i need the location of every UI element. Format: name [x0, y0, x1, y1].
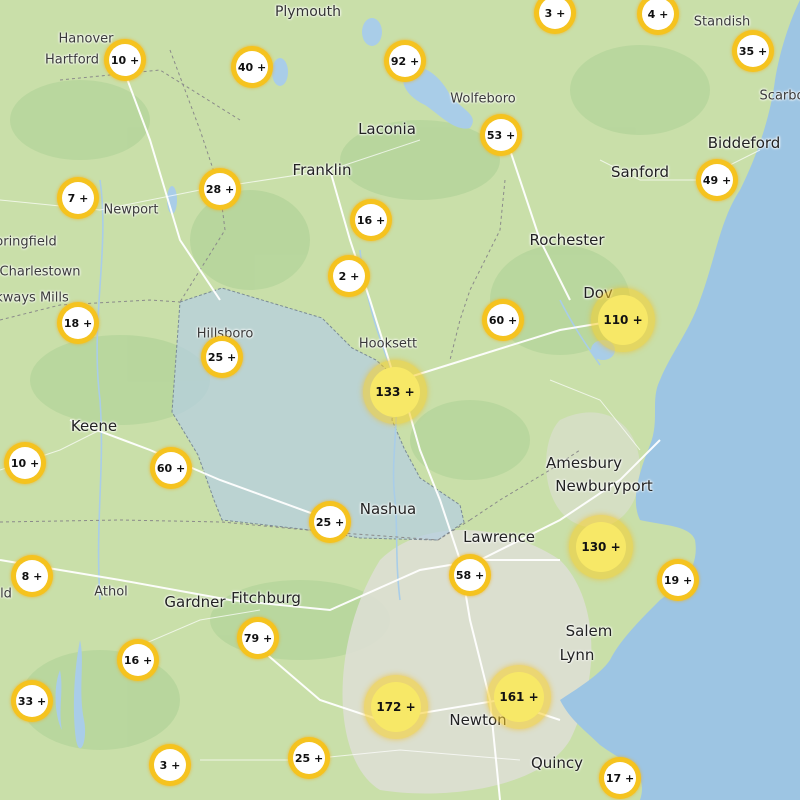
- cluster-marker[interactable]: 25 +: [288, 737, 330, 779]
- cluster-count: 10 +: [9, 447, 41, 479]
- cluster-marker[interactable]: 35 +: [732, 30, 774, 72]
- cluster-marker[interactable]: 7 +: [57, 177, 99, 219]
- cluster-marker[interactable]: 33 +: [11, 680, 53, 722]
- cluster-count: 110 +: [598, 295, 648, 345]
- cluster-count: 33 +: [16, 685, 48, 717]
- cluster-count: 28 +: [204, 173, 236, 205]
- cluster-count: 40 +: [236, 51, 268, 83]
- cluster-marker[interactable]: 16 +: [350, 199, 392, 241]
- cluster-count: 161 +: [494, 672, 544, 722]
- cluster-marker[interactable]: 49 +: [696, 159, 738, 201]
- cluster-marker[interactable]: 79 +: [237, 617, 279, 659]
- cluster-count: 18 +: [62, 307, 94, 339]
- cluster-count: 10 +: [109, 44, 141, 76]
- cluster-count: 60 +: [155, 452, 187, 484]
- cluster-count: 79 +: [242, 622, 274, 654]
- cluster-marker[interactable]: 25 +: [201, 336, 243, 378]
- cluster-count: 25 +: [293, 742, 325, 774]
- cluster-marker[interactable]: 161 +: [487, 665, 551, 729]
- cluster-marker[interactable]: 18 +: [57, 302, 99, 344]
- cluster-marker[interactable]: 133 +: [363, 360, 427, 424]
- urban-area-north: [546, 412, 640, 528]
- cluster-count: 25 +: [206, 341, 238, 373]
- cluster-count: 172 +: [371, 682, 421, 732]
- cluster-count: 8 +: [16, 560, 48, 592]
- cluster-count: 3 +: [539, 0, 571, 29]
- cluster-count: 58 +: [454, 559, 486, 591]
- cluster-marker[interactable]: 60 +: [150, 447, 192, 489]
- cluster-count: 16 +: [355, 204, 387, 236]
- cluster-count: 2 +: [333, 260, 365, 292]
- map-canvas[interactable]: Plymouth Hanover Hartford Standish Scarb…: [0, 0, 800, 800]
- cluster-marker[interactable]: 172 +: [364, 675, 428, 739]
- cluster-count: 92 +: [389, 45, 421, 77]
- cluster-count: 35 +: [737, 35, 769, 67]
- cluster-count: 17 +: [604, 762, 636, 794]
- cluster-marker[interactable]: 19 +: [657, 559, 699, 601]
- cluster-count: 7 +: [62, 182, 94, 214]
- cluster-count: 4 +: [642, 0, 674, 30]
- cluster-marker[interactable]: 16 +: [117, 639, 159, 681]
- cluster-count: 130 +: [576, 522, 626, 572]
- cluster-count: 19 +: [662, 564, 694, 596]
- cluster-count: 133 +: [370, 367, 420, 417]
- cluster-marker[interactable]: 28 +: [199, 168, 241, 210]
- cluster-marker[interactable]: 60 +: [482, 299, 524, 341]
- cluster-count: 3 +: [154, 749, 186, 781]
- cluster-marker[interactable]: 2 +: [328, 255, 370, 297]
- cluster-marker[interactable]: 17 +: [599, 757, 641, 799]
- cluster-marker[interactable]: 130 +: [569, 515, 633, 579]
- cluster-count: 60 +: [487, 304, 519, 336]
- cluster-marker[interactable]: 110 +: [591, 288, 655, 352]
- cluster-marker[interactable]: 92 +: [384, 40, 426, 82]
- cluster-count: 49 +: [701, 164, 733, 196]
- cluster-marker[interactable]: 58 +: [449, 554, 491, 596]
- cluster-marker[interactable]: 53 +: [480, 114, 522, 156]
- cluster-marker[interactable]: 40 +: [231, 46, 273, 88]
- cluster-marker[interactable]: 3 +: [149, 744, 191, 786]
- cluster-count: 53 +: [485, 119, 517, 151]
- cluster-marker[interactable]: 8 +: [11, 555, 53, 597]
- cluster-marker[interactable]: 10 +: [4, 442, 46, 484]
- cluster-marker[interactable]: 10 +: [104, 39, 146, 81]
- cluster-marker[interactable]: 25 +: [309, 501, 351, 543]
- cluster-count: 16 +: [122, 644, 154, 676]
- cluster-count: 25 +: [314, 506, 346, 538]
